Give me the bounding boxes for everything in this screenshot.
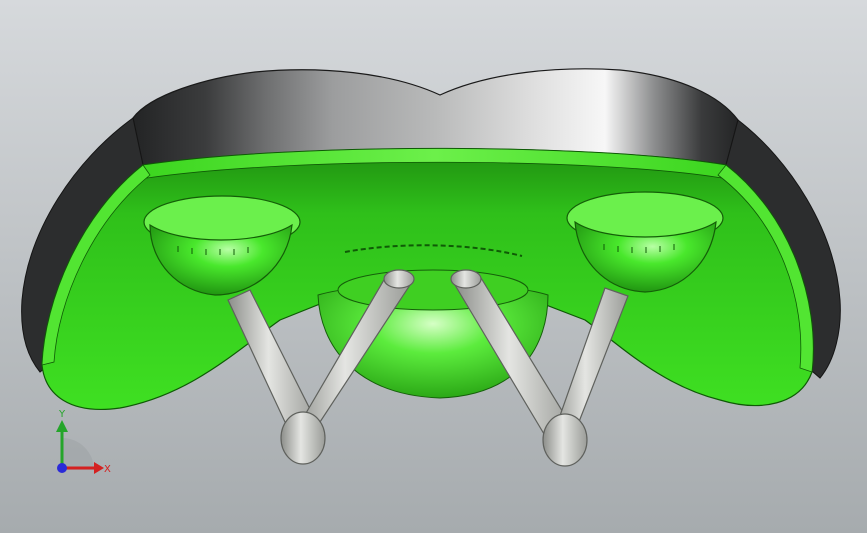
center-hub-top: [337, 269, 529, 311]
rail-left-bend: [280, 411, 326, 465]
rail-left-top-cap: [383, 269, 415, 289]
graphics-viewport[interactable]: Y X: [0, 0, 867, 533]
model-canvas[interactable]: Y X: [0, 0, 867, 533]
z-axis-dot-icon: [57, 463, 67, 473]
x-axis-label: X: [104, 464, 111, 475]
rail-right-bend: [542, 413, 588, 467]
y-axis-label: Y: [58, 409, 66, 420]
rail-right-top-cap: [450, 269, 482, 289]
